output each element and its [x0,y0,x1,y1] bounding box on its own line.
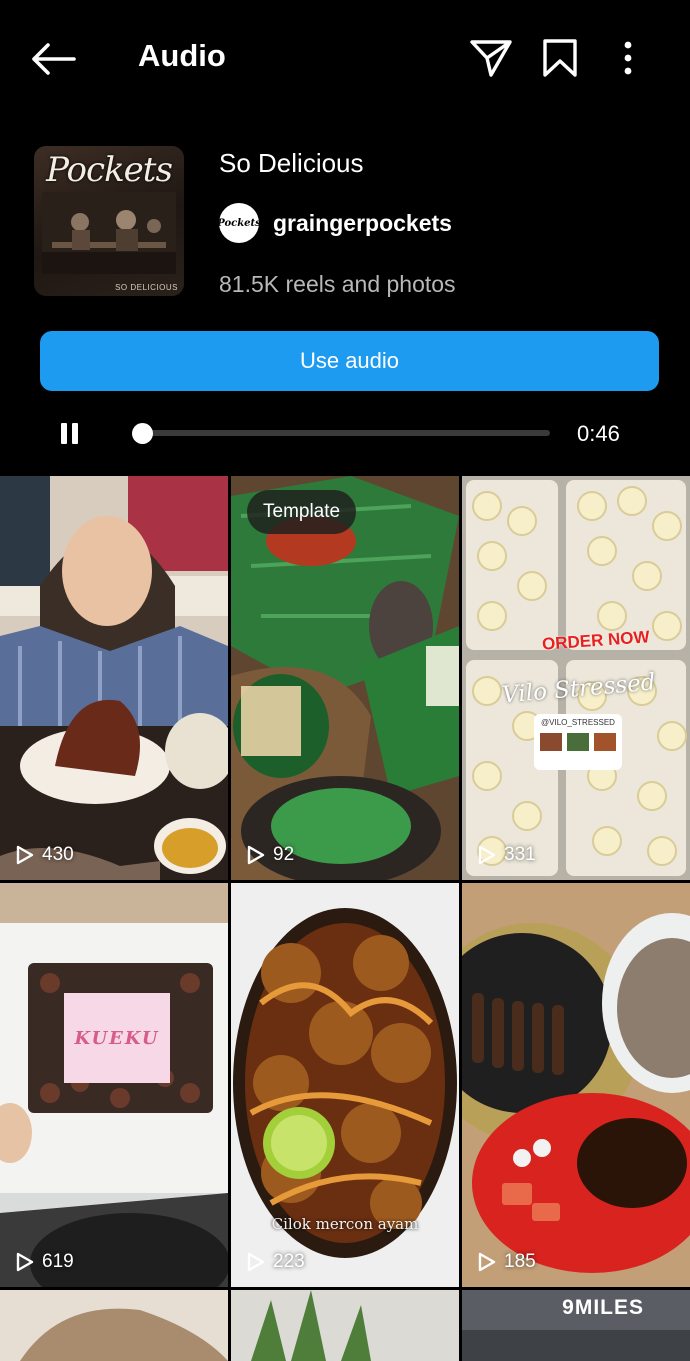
share-button[interactable] [466,34,516,82]
grid-tile[interactable]: KUEKU 619 [0,883,228,1287]
cover-subtitle: SO DELICIOUS [115,283,178,292]
song-title: So Delicious [219,148,364,178]
bookmark-icon [543,39,577,77]
tile-thumbnail [0,883,228,1287]
cover-illustration [42,192,176,274]
pause-button[interactable] [54,418,84,448]
tile-thumbnail [462,883,690,1287]
play-count: 92 [247,844,294,866]
template-badge: Template [247,490,357,534]
play-icon [247,1252,265,1272]
box-label: KUEKU [64,993,170,1083]
cover-logo: Pockets [46,150,173,190]
grid-tile[interactable] [0,1290,228,1361]
play-icon [247,845,265,865]
tile-thumbnail [0,476,228,880]
play-count-value: 619 [42,1251,74,1272]
progress-track[interactable] [138,430,550,436]
top-bar: Audio [0,0,690,118]
miles-logo: 9MILES [562,1296,644,1319]
product-photos [540,733,616,751]
grid-tile[interactable]: Cilok mercon ayam 223 [231,883,459,1287]
more-vertical-icon [624,41,632,75]
box-label-text: KUEKU [74,1027,160,1049]
grid-tile[interactable] [231,1290,459,1361]
more-options-button[interactable] [608,34,648,82]
tile-thumbnail [231,476,459,880]
grid-tile[interactable]: ORDER NOW Vilo Stressed @VILO_STRESSED 3… [462,476,690,880]
vilo-card: @VILO_STRESSED [534,714,622,770]
play-count: 331 [478,844,536,866]
play-count-value: 185 [504,1251,536,1272]
video-caption: Cilok mercon ayam [271,1215,419,1233]
album-cover: Pockets SO DELICIOUS [34,146,184,296]
artist-name[interactable]: graingerpockets [273,210,452,237]
tile-thumbnail [231,1290,459,1361]
pause-icon [60,422,67,444]
artist-link[interactable]: Pockets graingerpockets [219,202,452,244]
play-count-value: 430 [42,844,74,865]
tile-thumbnail [0,1290,228,1361]
play-count: 430 [16,844,74,866]
arrow-left-icon [32,43,76,75]
use-audio-button[interactable]: Use audio [40,331,659,391]
duration: 0:46 [577,421,620,446]
grid-tile[interactable]: 9MILES [462,1290,690,1361]
grid-tile[interactable]: 185 [462,883,690,1287]
back-button[interactable] [26,36,80,82]
save-button[interactable] [536,34,584,82]
play-icon [16,845,34,865]
play-count: 619 [16,1251,74,1273]
play-count: 223 [247,1251,305,1273]
play-count: 185 [478,1251,536,1273]
progress-thumb[interactable] [132,423,154,444]
pause-icon-bar [71,422,78,444]
play-count-value: 92 [273,844,295,865]
page-title: Audio [138,38,226,73]
grid-tile[interactable]: Template 92 [231,476,459,880]
vilo-handle: @VILO_STRESSED [541,718,615,727]
paper-plane-icon [470,40,512,77]
play-icon [478,1252,496,1272]
avatar[interactable]: Pockets [219,203,259,243]
grid-tile[interactable]: 430 [0,476,228,880]
play-icon [16,1252,34,1272]
play-icon [478,845,496,865]
play-count-value: 223 [273,1251,305,1272]
play-count-value: 331 [504,844,536,865]
reels-count: 81.5K reels and photos [219,271,456,297]
